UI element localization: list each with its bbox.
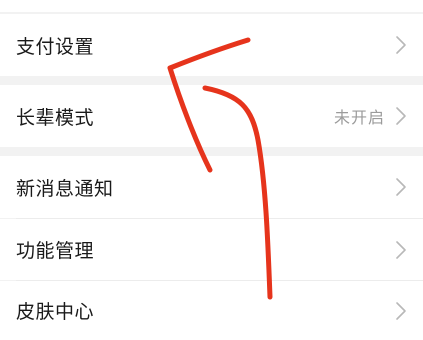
chevron-right-icon xyxy=(396,178,406,196)
settings-item-skin-center[interactable]: 皮肤中心 xyxy=(0,281,423,340)
chevron-right-icon xyxy=(396,107,406,125)
settings-item-label: 长辈模式 xyxy=(16,106,95,129)
settings-item-label: 新消息通知 xyxy=(16,177,114,200)
previous-row-fragment xyxy=(0,0,423,12)
settings-item-label: 支付设置 xyxy=(16,35,95,58)
chevron-right-icon xyxy=(396,36,406,54)
chevron-right-icon xyxy=(396,240,406,259)
settings-item-notifications[interactable]: 新消息通知 xyxy=(0,156,423,218)
settings-item-elder-mode[interactable]: 长辈模式 未开启 xyxy=(0,85,423,147)
settings-screen: 支付设置 长辈模式 未开启 新消息通知 功能管理 皮肤中心 xyxy=(0,0,423,340)
elder-mode-status: 未开启 xyxy=(333,108,385,127)
settings-item-label: 功能管理 xyxy=(16,240,95,262)
settings-item-payment[interactable]: 支付设置 xyxy=(0,14,423,76)
chevron-right-icon xyxy=(396,301,406,320)
settings-item-label: 皮肤中心 xyxy=(16,301,95,323)
settings-item-feature-management[interactable]: 功能管理 xyxy=(0,219,423,280)
